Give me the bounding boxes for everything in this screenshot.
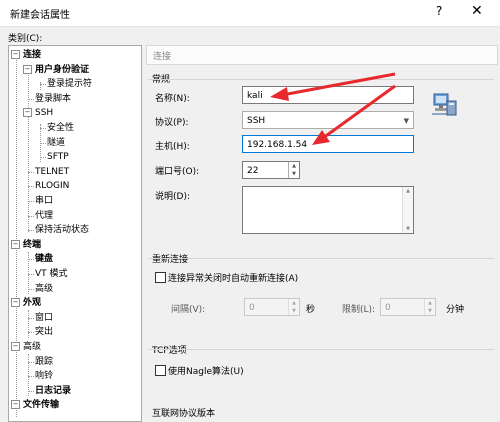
annotation-arrow-host [312,84,396,145]
annotation-arrows [270,72,396,145]
annotation-arrow-name [270,72,396,101]
